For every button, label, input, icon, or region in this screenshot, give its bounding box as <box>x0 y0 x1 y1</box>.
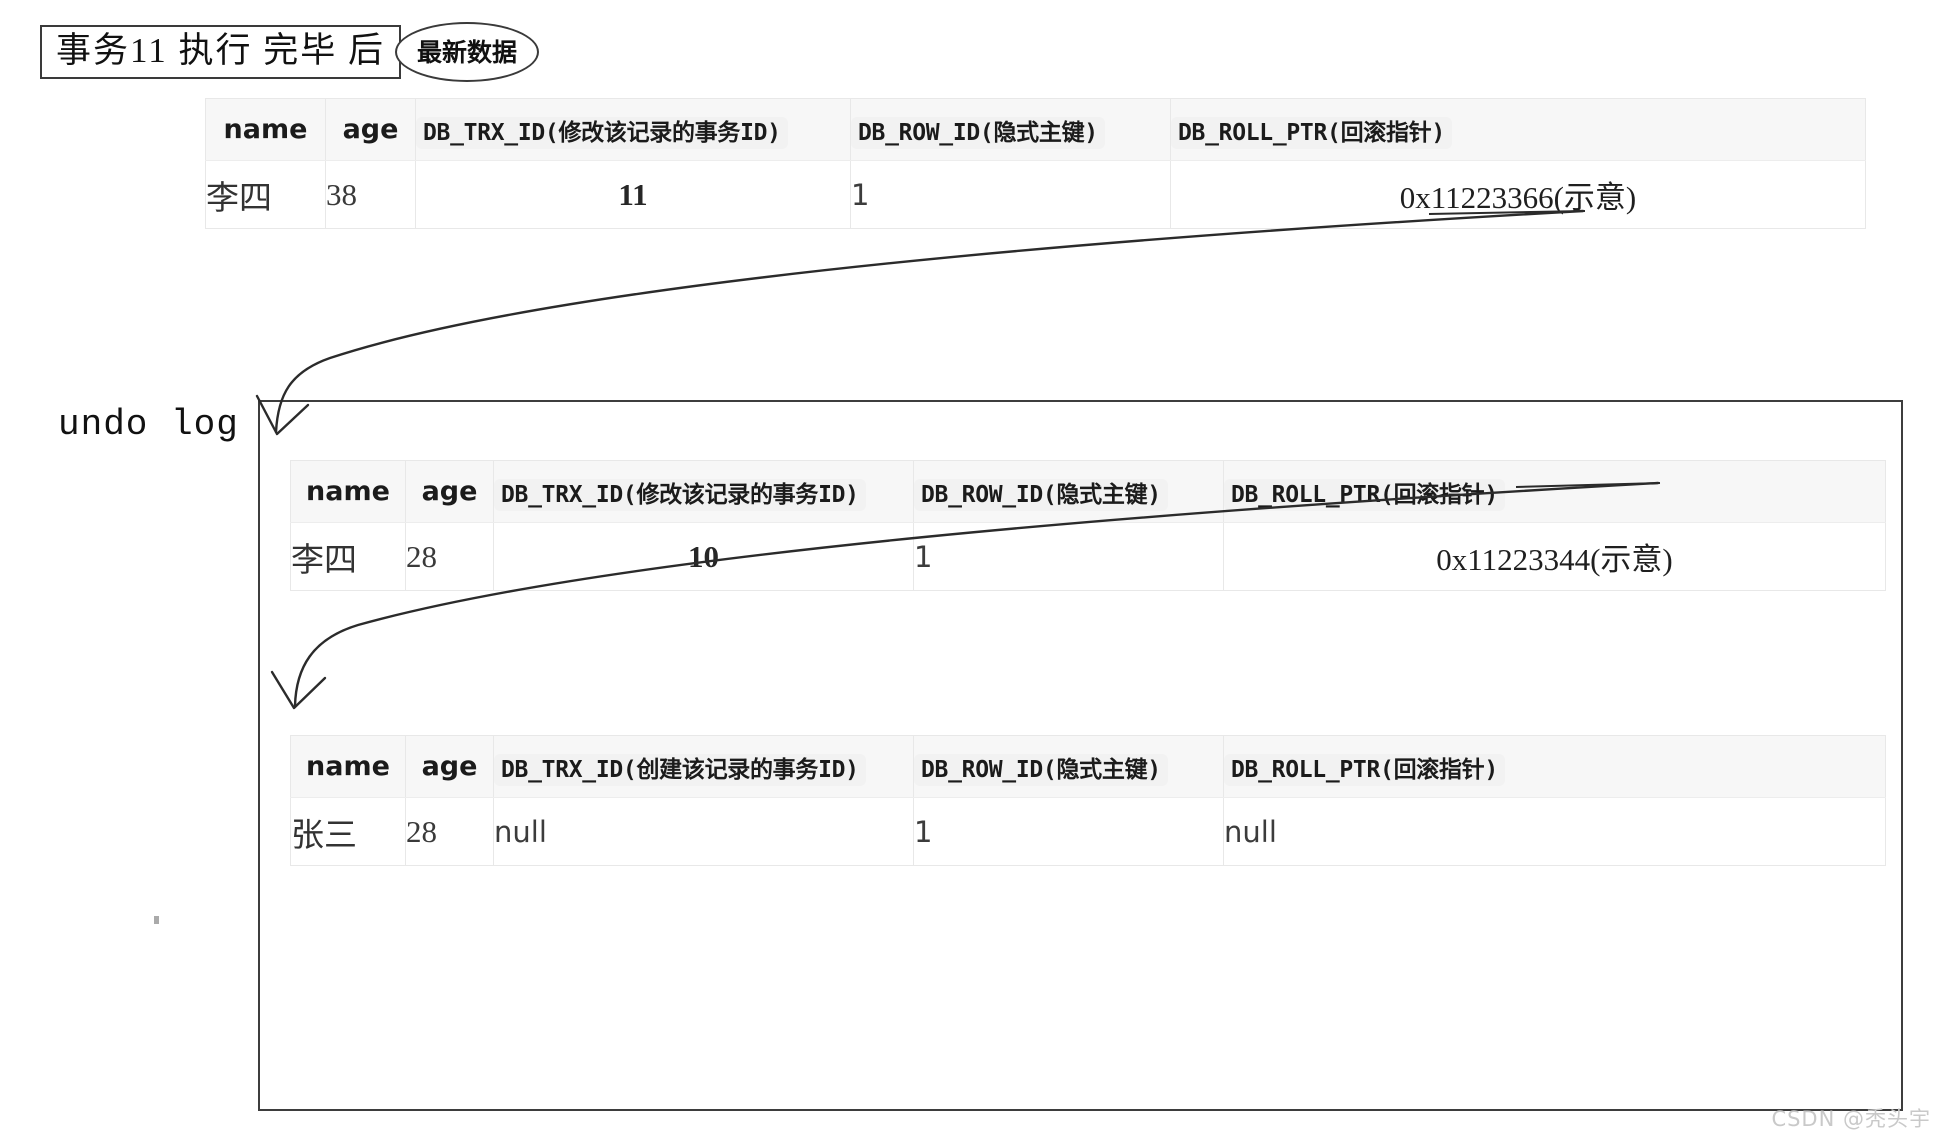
cell-age: 28 <box>405 797 494 866</box>
cell-trx-id: null <box>493 797 914 866</box>
col-header-trx-id-text: DB_TRX_ID(创建该记录的事务ID) <box>494 753 866 786</box>
col-header-age: age <box>405 460 494 523</box>
table-undo-version-1: name age DB_TRX_ID(修改该记录的事务ID) DB_ROW_ID… <box>290 460 1886 591</box>
col-header-row-id: DB_ROW_ID(隐式主键) <box>913 460 1224 523</box>
col-header-age: age <box>405 735 494 798</box>
col-header-name: name <box>290 735 406 798</box>
col-header-age: age <box>325 98 416 161</box>
cell-name: 李四 <box>290 522 406 591</box>
cell-roll-ptr: 0x11223366(示意) <box>1170 160 1866 229</box>
col-header-row-id: DB_ROW_ID(隐式主键) <box>850 98 1171 161</box>
cell-trx-id: 11 <box>415 160 851 229</box>
col-header-trx-id-text: DB_TRX_ID(修改该记录的事务ID) <box>494 478 866 511</box>
col-header-name: name <box>205 98 326 161</box>
cell-row-id: 1 <box>850 160 1171 229</box>
col-header-row-id-text: DB_ROW_ID(隐式主键) <box>851 116 1105 149</box>
title-box: 事务11 执行 完毕 后 <box>40 24 401 80</box>
table-row: 李四 28 10 1 0x11223344(示意) <box>290 522 1886 591</box>
table-header-row: name age DB_TRX_ID(修改该记录的事务ID) DB_ROW_ID… <box>205 98 1866 161</box>
cell-trx-id: 10 <box>493 522 914 591</box>
diagram-title: 事务11 执行 完毕 后 最新数据 <box>40 22 539 82</box>
col-header-trx-id: DB_TRX_ID(修改该记录的事务ID) <box>415 98 851 161</box>
col-header-name: name <box>290 460 406 523</box>
col-header-roll-ptr: DB_ROLL_PTR(回滚指针) <box>1223 460 1886 523</box>
col-header-roll-ptr-text: DB_ROLL_PTR(回滚指针) <box>1224 478 1505 511</box>
col-header-roll-ptr: DB_ROLL_PTR(回滚指针) <box>1170 98 1866 161</box>
col-header-row-id-text: DB_ROW_ID(隐式主键) <box>914 478 1168 511</box>
table-latest-record: name age DB_TRX_ID(修改该记录的事务ID) DB_ROW_ID… <box>205 98 1866 229</box>
col-header-row-id: DB_ROW_ID(隐式主键) <box>913 735 1224 798</box>
cell-name: 李四 <box>205 160 326 229</box>
table-header-row: name age DB_TRX_ID(创建该记录的事务ID) DB_ROW_ID… <box>290 735 1886 798</box>
col-header-trx-id-text: DB_TRX_ID(修改该记录的事务ID) <box>416 116 788 149</box>
table-undo-version-2: name age DB_TRX_ID(创建该记录的事务ID) DB_ROW_ID… <box>290 735 1886 866</box>
col-header-trx-id: DB_TRX_ID(修改该记录的事务ID) <box>493 460 914 523</box>
table-row: 张三 28 null 1 null <box>290 797 1886 866</box>
cell-roll-ptr: null <box>1223 797 1886 866</box>
stray-artifact-dot <box>154 916 159 924</box>
undo-log-label: undo log <box>58 404 239 445</box>
col-header-roll-ptr-text: DB_ROLL_PTR(回滚指针) <box>1171 116 1452 149</box>
col-header-roll-ptr-text: DB_ROLL_PTR(回滚指针) <box>1224 753 1505 786</box>
pointer-arrow-1 <box>274 209 1585 434</box>
table-row: 李四 38 11 1 0x11223366(示意) <box>205 160 1866 229</box>
cell-row-id: 1 <box>913 797 1224 866</box>
watermark: CSDN @秃头宇 <box>1771 1107 1931 1131</box>
col-header-roll-ptr: DB_ROLL_PTR(回滚指针) <box>1223 735 1886 798</box>
cell-age: 28 <box>405 522 494 591</box>
cell-row-id: 1 <box>913 522 1224 591</box>
cell-roll-ptr: 0x11223344(示意) <box>1223 522 1886 591</box>
table-header-row: name age DB_TRX_ID(修改该记录的事务ID) DB_ROW_ID… <box>290 460 1886 523</box>
cell-name: 张三 <box>290 797 406 866</box>
latest-data-badge: 最新数据 <box>394 22 539 82</box>
col-header-trx-id: DB_TRX_ID(创建该记录的事务ID) <box>493 735 914 798</box>
cell-age: 38 <box>325 160 416 229</box>
col-header-row-id-text: DB_ROW_ID(隐式主键) <box>914 753 1168 786</box>
